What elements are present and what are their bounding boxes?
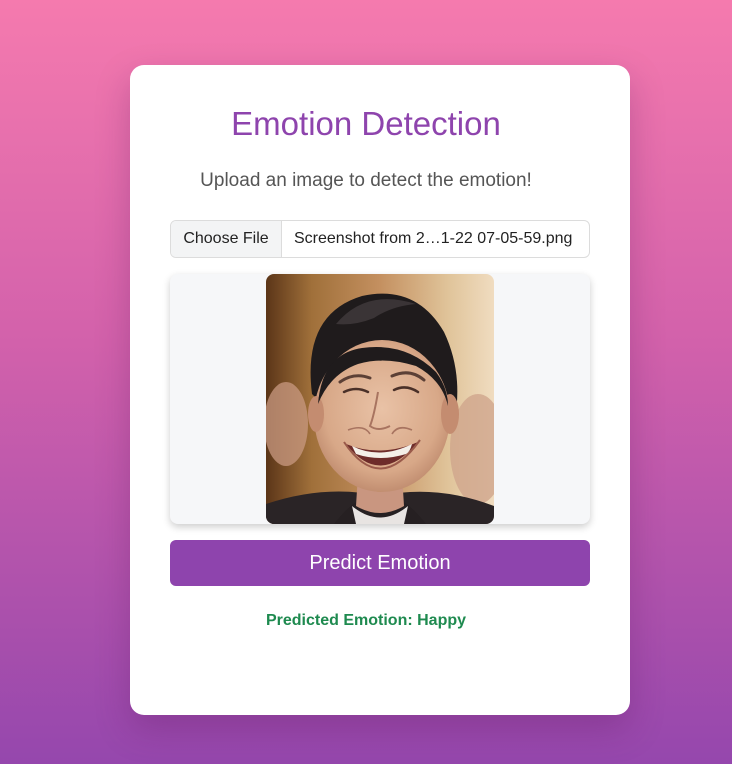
selected-file-name: Screenshot from 2…1-22 07-05-59.png [294,230,573,247]
image-preview [170,274,590,524]
prediction-result: Predicted Emotion: Happy [265,612,467,629]
page-subtitle: Upload an image to detect the emotion! [200,170,532,191]
predict-emotion-button[interactable]: Predict Emotion [170,540,590,586]
choose-file-button[interactable]: Choose File [171,221,282,257]
uploaded-face-image [266,274,494,524]
page-title: Emotion Detection [231,105,501,142]
file-input[interactable]: Choose File Screenshot from 2…1-22 07-05… [170,220,590,258]
